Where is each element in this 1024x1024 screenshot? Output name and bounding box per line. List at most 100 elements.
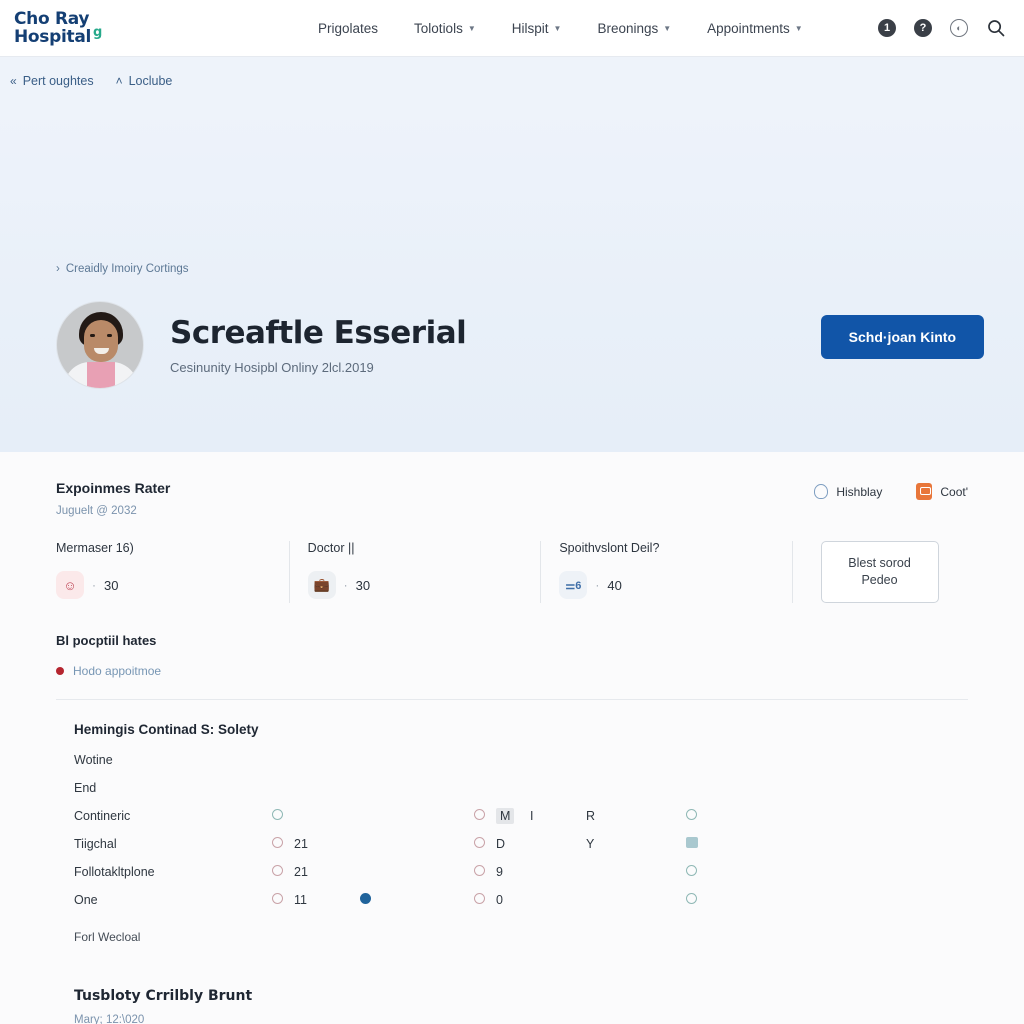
avatar [56,301,144,389]
radio-mid[interactable] [462,858,496,886]
hero-section: › Creaidly Imoiry Cortings Screaftle Ess… [0,104,1024,452]
avatar-eye-right [107,334,112,337]
stat-value-row: ☺ · 30 [56,571,269,599]
nav-label: Prigolates [318,20,379,36]
status-dot-icon [56,667,64,675]
avatar-eye-left [90,334,95,337]
circle-icon [686,809,697,820]
breadcrumb: « Pert oughtes ˄ Loclube [0,57,1024,104]
table-row[interactable]: End [74,774,968,802]
radio-left[interactable] [260,802,294,830]
nav-item-prigolates[interactable]: Prigolates [318,21,378,36]
hero-kicker[interactable]: › Creaidly Imoiry Cortings [56,263,189,275]
stats-panel-heading-group: Expoinmes Rater Juguelt @ 2032 [56,480,170,517]
blest-sorod-pedeo-button[interactable]: Blest sorod Pedeo [820,541,939,603]
hero-row: Screaftle Esserial Cesinunity Hosipbl On… [56,301,984,452]
page-root: Cho Ray Hospital g Prigolates Tolotiols … [0,0,1024,1024]
stat-card-spoithvslont[interactable]: Spoithvslont Deil? ⚌6 · 40 [541,541,794,603]
table-footer-label: Forl Wecloal [74,930,141,944]
row-label: Follotakltplone [74,865,155,879]
row-label: Contineric [74,809,131,823]
bottom-section: Tusbloty Crrilbly Brunt Mary; 12:\020 [0,944,1024,1024]
schedule-button[interactable]: Schd·joan Kinto [820,315,984,359]
site-header: Cho Ray Hospital g Prigolates Tolotiols … [0,0,1024,57]
list-item[interactable]: Hodo appoitmoe [56,664,968,678]
radio-left[interactable] [260,886,294,914]
stat-value: 40 [607,577,622,593]
notification-badge-icon[interactable]: 1 [878,19,896,37]
action-coot[interactable]: Coot' [916,483,968,500]
breadcrumb-item-loclube[interactable]: ˄ Loclube [116,74,173,88]
logo[interactable]: Cho Ray Hospital g [0,10,300,47]
circle-icon [271,865,283,876]
nav-label: Tolotiols [414,20,463,36]
breadcrumb-label: Pert oughtes [22,73,94,88]
radio-right[interactable] [686,802,968,830]
section-title: Expoinmes Rater [56,480,171,496]
orange-card-icon [916,483,933,500]
radio-mid[interactable] [462,802,496,830]
chevron-left-double-icon: « [10,73,17,88]
table-row[interactable]: Wotine [74,746,968,774]
radio-mid[interactable] [462,886,496,914]
page-title: Screaftle Esserial [170,315,467,351]
nav-label: Breonings [597,20,659,36]
chevron-up-icon: ˄ [115,73,123,88]
tile-cell[interactable] [686,830,968,858]
circle-icon [686,865,697,876]
table-row[interactable]: Contineric M I R [74,802,968,830]
row-col-r [586,886,686,914]
nav-item-appointments[interactable]: Appointments ▼ [707,21,802,36]
row-col-r: Y [586,837,595,851]
avatar-shirt [87,362,115,388]
avatar-face [84,320,118,362]
stat-cards-row: Mermaser 16) ☺ · 30 Doctor || 💼 · 30 Spo… [56,541,968,603]
nav-item-hilspit[interactable]: Hilspit ▼ [512,21,562,36]
stat-card-doctor[interactable]: Doctor || 💼 · 30 [290,541,542,603]
row-label: Tiigchal [74,837,117,851]
radio-mid[interactable] [462,830,496,858]
circle-icon [271,893,283,904]
row-number: 11 [294,893,307,907]
stats-panel-actions: Hishblay Coot' [814,480,968,500]
table-row[interactable]: Tiigchal 21 D Y [74,830,968,858]
ghost-button-line-2: Pedeo [861,573,898,587]
table-row[interactable]: Follotakltplone 21 9 [74,858,968,886]
radio-left[interactable] [260,858,294,886]
header-icon-group: 1 ? ◐ [878,18,1006,38]
table-row[interactable]: One 11 0 [74,886,968,914]
search-icon[interactable] [986,18,1006,38]
circle-icon [271,809,283,820]
page-subtitle: Cesinunity Hosipbl Onliny 2lcl.2019 [170,360,374,375]
stat-card-action: Blest sorod Pedeo [793,541,968,603]
stat-label: Mermaser 16) [56,541,134,555]
nav-item-breonings[interactable]: Breonings ▼ [597,21,671,36]
main-navigation: Prigolates Tolotiols ▼ Hilspit ▼ Breonin… [318,21,803,36]
stat-value: 30 [355,577,371,593]
radio-right[interactable] [686,886,968,914]
schedule-table-section: Hemingis Continad S: Solety Wotine End C… [0,700,1024,944]
chart-tile-icon [686,837,698,848]
stat-value: 30 [104,577,119,593]
stat-value-row: ⚌6 · 40 [559,571,772,599]
face-icon: ☺ [56,571,84,599]
selected-dot-cell[interactable] [360,886,462,914]
radio-left[interactable] [260,830,294,858]
ring-icon [814,484,829,499]
stat-separator: · [343,578,348,592]
row-col-i [530,858,586,886]
circle-icon [473,893,485,904]
row-label: End [74,781,97,795]
list-item-label: Hodo appoitmoe [73,664,162,678]
help-badge-icon[interactable]: ? [914,19,932,37]
stat-card-mermaser[interactable]: Mermaser 16) ☺ · 30 [56,541,290,603]
radio-right[interactable] [686,858,968,886]
stat-separator: · [595,578,600,592]
schedule-table: Wotine End Contineric M I R Tiigchal 21 … [74,746,968,914]
breadcrumb-item-back[interactable]: « Pert oughtes [10,74,94,88]
nav-label: Appointments [707,20,790,36]
appointments-list-section: Bl pocptiil hates Hodo appoitmoe [56,633,968,678]
action-hishblay[interactable]: Hishblay [814,484,882,499]
globe-icon[interactable]: ◐ [950,19,968,37]
nav-item-tolotiols[interactable]: Tolotiols ▼ [414,21,476,36]
